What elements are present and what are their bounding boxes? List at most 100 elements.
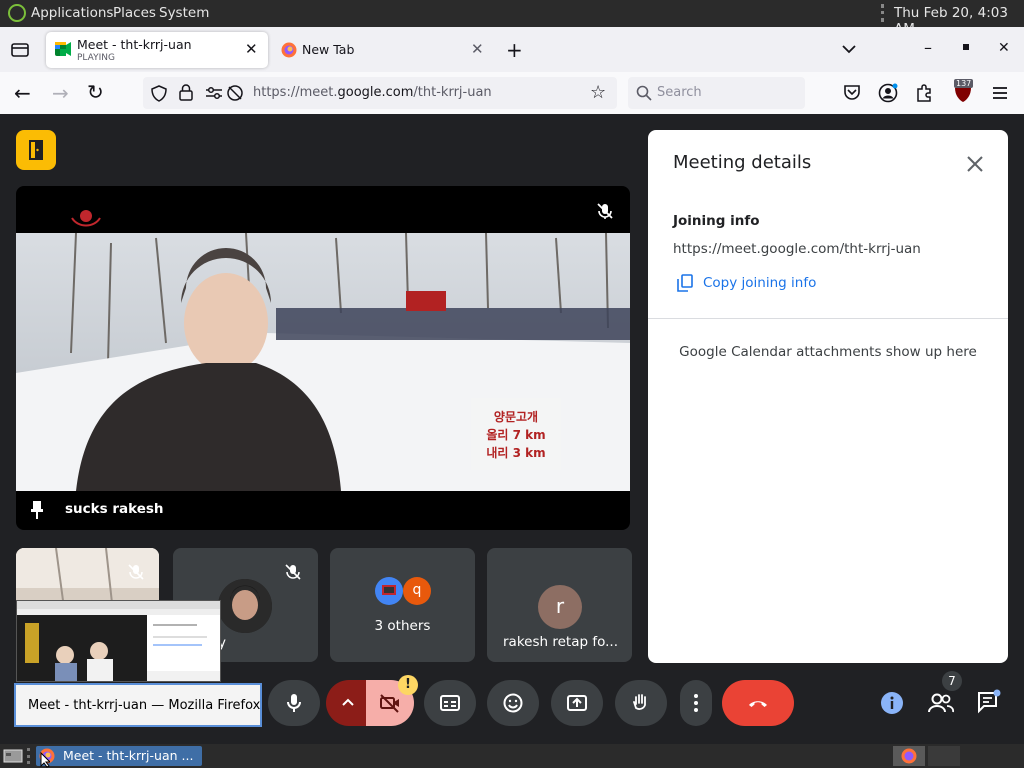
pin-icon[interactable] — [30, 500, 44, 520]
meeting-details-button[interactable] — [880, 691, 904, 715]
list-tabs-chevron-icon[interactable] — [842, 44, 856, 54]
caption-line: 양문고개 — [493, 410, 539, 424]
others-tile[interactable]: q 3 others — [330, 548, 475, 662]
tab-meet[interactable]: Meet - tht-krrj-uan PLAYING ✕ — [46, 32, 268, 68]
door-icon — [29, 140, 43, 160]
tab-new-tab[interactable]: New Tab ✕ — [272, 32, 492, 68]
url-text: https://meet.google.com/tht-krrj-uan — [253, 85, 492, 100]
window-close-icon[interactable]: ✕ — [998, 40, 1010, 56]
tab-playing-label: PLAYING — [77, 53, 115, 63]
extensions-puzzle-icon[interactable] — [915, 83, 933, 102]
people-button[interactable] — [927, 690, 955, 716]
hang-up-icon — [749, 701, 767, 707]
end-call-button[interactable] — [722, 680, 794, 726]
mic-off-icon — [128, 564, 144, 580]
tracking-shield-icon[interactable] — [151, 85, 167, 102]
present-screen-icon — [567, 695, 587, 711]
applications-menu[interactable]: Applications — [31, 5, 113, 21]
copy-icon — [677, 274, 693, 292]
raise-hand-button[interactable] — [615, 680, 667, 726]
places-menu[interactable]: Places — [113, 5, 156, 21]
taskbar-window-label: Meet - tht-krrj-uan ... — [63, 748, 194, 763]
joining-info-heading: Joining info — [673, 213, 760, 229]
panel-title: Meeting details — [673, 152, 812, 173]
tab-close-icon[interactable]: ✕ — [471, 40, 484, 58]
info-icon — [881, 692, 903, 714]
new-tab-plus-icon[interactable]: + — [506, 38, 523, 62]
pocket-icon[interactable] — [843, 84, 861, 101]
tv-logo-mark — [71, 210, 101, 227]
chat-button[interactable] — [976, 689, 1002, 715]
main-tile-name: sucks rakesh — [65, 501, 164, 517]
search-placeholder: Search — [657, 85, 702, 100]
google-meet-favicon-icon — [55, 42, 71, 56]
copy-joining-info-button[interactable]: Copy joining info — [673, 271, 823, 295]
ublock-extension-icon[interactable]: 137 — [953, 79, 974, 103]
window-minimize-icon[interactable]: – — [924, 38, 932, 57]
others-avatar-q: q — [403, 577, 431, 605]
video-caption: 양문고개 올리 7 km 내리 3 km — [471, 408, 561, 462]
url-bar[interactable]: https://meet.google.com/tht-krrj-uan ☆ — [143, 77, 617, 109]
participant-tile-4[interactable]: r rakesh retap fo... — [487, 548, 632, 662]
present-icon — [382, 585, 396, 595]
screen-share-preview — [17, 601, 220, 681]
show-desktop-icon[interactable] — [3, 748, 23, 764]
self-view-thumbnail[interactable] — [16, 600, 221, 682]
microphone-icon — [287, 694, 301, 712]
caption-line: 내리 3 km — [486, 446, 546, 460]
chat-icon — [978, 689, 1001, 714]
captions-button[interactable] — [424, 680, 476, 726]
reactions-button[interactable] — [487, 680, 539, 726]
mic-off-icon — [597, 203, 613, 219]
people-icon — [928, 693, 954, 713]
microphone-button[interactable] — [268, 680, 320, 726]
lock-icon[interactable] — [179, 84, 193, 101]
extension-badge: 137 — [954, 79, 974, 88]
video-options-button[interactable] — [326, 680, 370, 726]
others-avatar-screen — [375, 577, 403, 605]
tab-title: Meet - tht-krrj-uan — [77, 37, 192, 52]
tab-close-icon[interactable]: ✕ — [245, 40, 258, 58]
mic-off-icon — [285, 564, 301, 580]
panel-divider — [648, 318, 1008, 319]
present-button[interactable] — [551, 680, 603, 726]
window-maximize-icon[interactable] — [963, 44, 969, 50]
chevron-up-icon — [342, 698, 354, 706]
firefox-view-icon[interactable] — [11, 42, 29, 58]
close-icon[interactable] — [966, 155, 984, 173]
meeting-logo-button[interactable] — [16, 130, 56, 170]
system-menu[interactable]: System — [159, 5, 209, 21]
account-avatar-icon[interactable] — [878, 83, 898, 103]
search-bar[interactable]: Search — [628, 77, 805, 109]
bookmark-star-icon[interactable]: ☆ — [590, 82, 606, 103]
mouse-cursor-icon — [40, 752, 50, 768]
taskbar-separator — [27, 748, 33, 764]
workspace-switcher[interactable] — [893, 746, 925, 766]
firefox-favicon-icon — [281, 42, 297, 58]
hand-icon — [633, 694, 646, 710]
more-options-button[interactable] — [680, 680, 712, 726]
taskbar-window-button[interactable]: Meet - tht-krrj-uan ... — [36, 746, 202, 766]
participant-avatar — [218, 579, 272, 633]
main-video-tile[interactable]: 양문고개 올리 7 km 내리 3 km sucks rakesh — [16, 186, 630, 530]
forward-arrow-icon[interactable]: → — [52, 81, 69, 105]
more-vertical-icon — [694, 694, 698, 712]
meeting-details-panel: Meeting details Joining info https://mee… — [648, 130, 1008, 663]
attachments-note: Google Calendar attachments show up here — [679, 344, 977, 360]
caption-line: 올리 7 km — [486, 428, 546, 442]
camera-off-icon — [380, 694, 399, 713]
top-panel: Applications Places System Thu Feb 20, 4… — [0, 0, 1024, 37]
reload-icon[interactable]: ↻ — [87, 80, 104, 104]
hamburger-menu-icon[interactable] — [992, 86, 1008, 100]
emoji-icon — [503, 693, 523, 713]
distro-logo-icon[interactable] — [8, 4, 26, 22]
workspace-2[interactable] — [928, 746, 960, 766]
permissions-icon[interactable] — [205, 85, 223, 101]
panel-separator — [881, 4, 887, 22]
camera-blocked-icon[interactable] — [226, 84, 244, 102]
participants-count-badge: 7 — [942, 671, 962, 691]
participant-avatar-r: r — [538, 585, 582, 629]
back-arrow-icon[interactable]: ← — [14, 81, 31, 105]
copy-joining-info-label: Copy joining info — [703, 275, 817, 291]
search-icon — [636, 85, 652, 101]
